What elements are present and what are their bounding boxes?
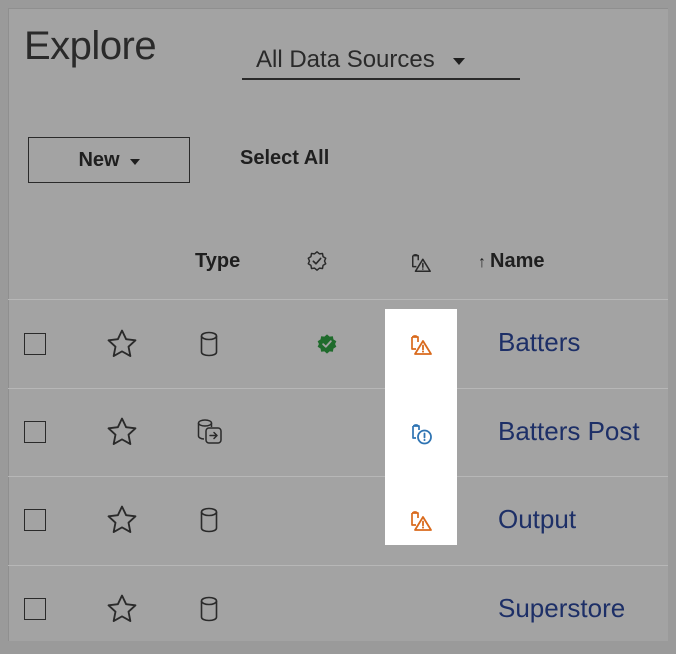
table-row[interactable]: Batters Post	[0, 389, 676, 477]
favorite-star-icon[interactable]	[105, 327, 139, 366]
data-source-filter-dropdown[interactable]: All Data Sources	[242, 42, 520, 80]
favorite-star-icon[interactable]	[105, 503, 139, 542]
data-quality-warning-icon[interactable]	[409, 333, 433, 362]
new-button[interactable]: New	[28, 137, 190, 183]
row-checkbox[interactable]	[24, 421, 46, 443]
data-source-name-link[interactable]: Output	[498, 504, 576, 535]
row-checkbox[interactable]	[24, 509, 46, 531]
column-header-name-label: Name	[490, 250, 545, 272]
database-icon	[200, 331, 218, 362]
data-quality-info-icon[interactable]	[410, 422, 434, 451]
certified-column-icon[interactable]	[306, 250, 328, 277]
database-icon	[200, 596, 218, 627]
favorite-star-icon[interactable]	[105, 415, 139, 454]
row-checkbox[interactable]	[24, 333, 46, 355]
page-title: Explore	[24, 24, 157, 68]
row-checkbox[interactable]	[24, 598, 46, 620]
certified-badge-icon	[316, 333, 338, 360]
data-source-name-link[interactable]: Batters	[498, 327, 580, 358]
favorite-star-icon[interactable]	[105, 592, 139, 631]
virtual-connection-icon	[196, 418, 224, 451]
data-quality-warning-column-icon[interactable]	[410, 252, 432, 279]
data-quality-warning-icon[interactable]	[409, 509, 433, 538]
table-row[interactable]: Output	[0, 477, 676, 565]
chevron-down-icon	[129, 158, 140, 165]
data-source-name-link[interactable]: Batters Post	[498, 416, 640, 447]
data-source-filter-label: All Data Sources	[256, 46, 435, 73]
select-all-link[interactable]: Select All	[240, 147, 329, 170]
sort-ascending-icon: ↑	[478, 254, 486, 271]
database-icon	[200, 507, 218, 538]
data-source-name-link[interactable]: Superstore	[498, 593, 625, 624]
chevron-down-icon	[452, 58, 465, 65]
column-header-type[interactable]: Type	[195, 250, 240, 273]
column-header-name[interactable]: ↑ Name	[478, 250, 544, 273]
new-button-label: New	[78, 148, 120, 171]
table-row[interactable]: Batters	[0, 300, 676, 388]
